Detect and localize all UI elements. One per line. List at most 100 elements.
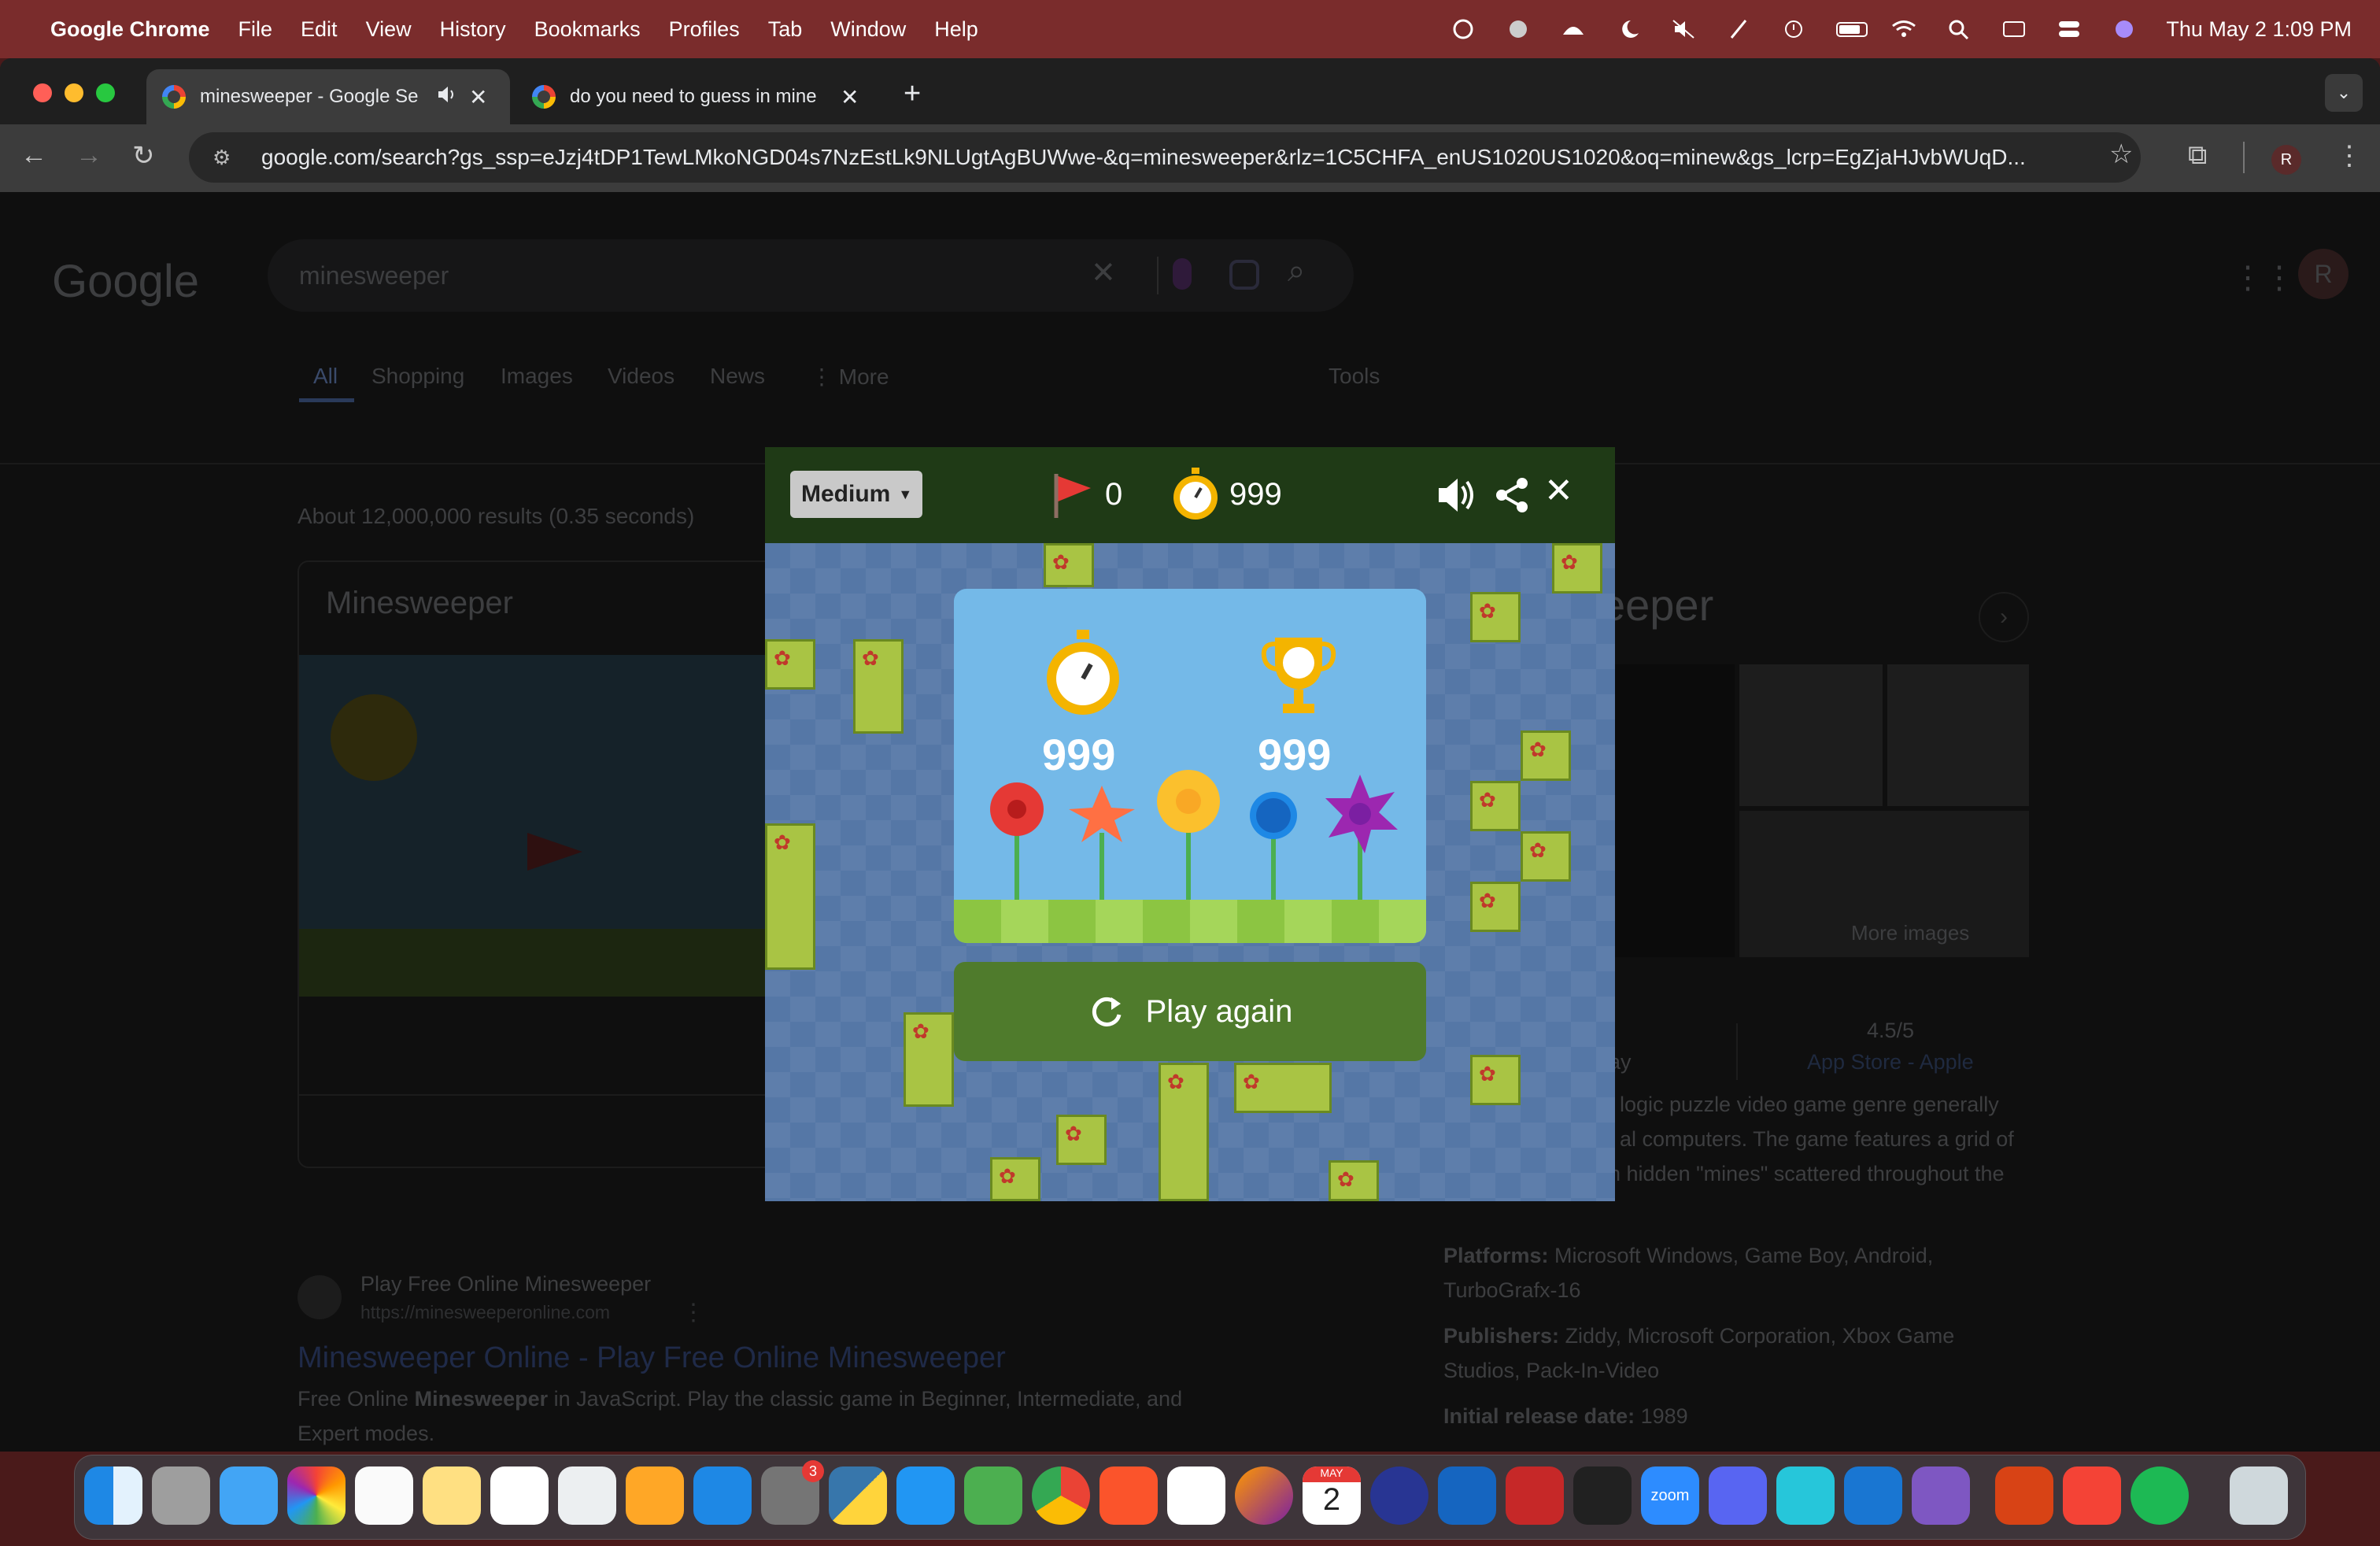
notes-icon[interactable] xyxy=(423,1466,481,1525)
result-site-name[interactable]: Play Free Online Minesweeper xyxy=(360,1272,651,1296)
tab-search-button[interactable]: ⌄ xyxy=(2325,74,2363,112)
new-tab-button[interactable]: + xyxy=(904,77,921,111)
pen-icon[interactable] xyxy=(1725,19,1752,39)
address-bar[interactable]: ⚙ google.com/search?gs_ssp=eJzj4tDP1TewL… xyxy=(189,132,2141,183)
visual-studio-icon[interactable] xyxy=(1912,1466,1970,1525)
sound-icon[interactable] xyxy=(1436,475,1478,515)
eclipse-icon[interactable] xyxy=(1370,1466,1428,1525)
tab-videos[interactable]: Videos xyxy=(608,364,674,389)
google-logo[interactable]: Google xyxy=(52,255,199,308)
search-icon[interactable]: ⌕ xyxy=(1288,253,1305,289)
acrobat-icon[interactable] xyxy=(1506,1466,1564,1525)
word-icon[interactable] xyxy=(1438,1466,1496,1525)
menu-app-name[interactable]: Google Chrome xyxy=(50,17,210,42)
app-store-icon[interactable] xyxy=(693,1466,752,1525)
reload-button[interactable]: ↻ xyxy=(132,140,155,172)
zoom-icon[interactable]: zoom xyxy=(1641,1466,1699,1525)
system-settings-icon[interactable]: 3 xyxy=(761,1460,824,1525)
vscode-icon[interactable] xyxy=(1844,1466,1902,1525)
share-icon[interactable] xyxy=(1492,475,1532,515)
globe-icon[interactable] xyxy=(1505,19,1532,39)
python-icon[interactable] xyxy=(829,1466,887,1525)
launchpad-icon[interactable] xyxy=(152,1466,210,1525)
battery-icon[interactable] xyxy=(1835,19,1868,39)
close-game-icon[interactable]: ✕ xyxy=(1544,471,1573,511)
menu-view[interactable]: View xyxy=(366,17,412,42)
result-title[interactable]: Minesweeper Online - Play Free Online Mi… xyxy=(298,1341,1006,1375)
tab-close-icon[interactable]: ✕ xyxy=(841,84,859,110)
trash-icon[interactable] xyxy=(2230,1466,2288,1525)
kindle-icon[interactable] xyxy=(1776,1466,1835,1525)
control-center-icon[interactable] xyxy=(2056,19,2082,39)
mail-icon[interactable] xyxy=(220,1466,278,1525)
menu-clock[interactable]: Thu May 2 1:09 PM xyxy=(2166,17,2352,42)
creative-cloud-icon[interactable] xyxy=(1450,19,1476,39)
extensions-icon[interactable]: ⧉ xyxy=(2188,140,2207,171)
back-button[interactable]: ← xyxy=(20,140,47,171)
tab-minesweeper[interactable]: minesweeper - Google Se ✕ xyxy=(146,69,510,124)
menu-help[interactable]: Help xyxy=(934,17,978,42)
reminders-icon[interactable] xyxy=(355,1466,413,1525)
bookmark-star-icon[interactable]: ☆ xyxy=(2109,139,2133,170)
tab-news[interactable]: News xyxy=(710,364,765,389)
pages-icon[interactable] xyxy=(626,1466,684,1525)
menu-profiles[interactable]: Profiles xyxy=(669,17,740,42)
photos-icon[interactable] xyxy=(287,1466,346,1525)
profile-avatar[interactable]: R xyxy=(2271,145,2301,175)
apps-grid-icon[interactable]: ⋮⋮ xyxy=(2232,260,2295,296)
minimize-window-button[interactable] xyxy=(65,83,83,102)
menu-edit[interactable]: Edit xyxy=(301,17,338,42)
clear-search-icon[interactable]: ✕ xyxy=(1091,255,1116,290)
music-icon[interactable] xyxy=(2063,1466,2121,1525)
result-menu-icon[interactable]: ⋮ xyxy=(682,1299,705,1326)
close-window-button[interactable] xyxy=(33,83,52,102)
site-info-icon[interactable]: ⚙ xyxy=(213,146,239,169)
result-favicon[interactable] xyxy=(298,1275,342,1319)
zoom-window-button[interactable] xyxy=(96,83,115,102)
incognito-icon[interactable] xyxy=(1560,19,1587,39)
tab-images[interactable]: Images xyxy=(501,364,573,389)
kp-image-3[interactable] xyxy=(1887,664,2029,806)
search-input[interactable]: minesweeper xyxy=(299,261,449,290)
tab-shopping[interactable]: Shopping xyxy=(371,364,464,389)
lens-search-icon[interactable] xyxy=(1229,260,1259,290)
forward-button[interactable]: → xyxy=(76,140,102,171)
menu-history[interactable]: History xyxy=(440,17,506,42)
menu-tab[interactable]: Tab xyxy=(768,17,803,42)
account-avatar[interactable]: R xyxy=(2298,249,2349,299)
kp-next-icon[interactable]: › xyxy=(1979,592,2029,642)
tab-audio-icon[interactable] xyxy=(436,85,458,109)
chrome-icon[interactable] xyxy=(1032,1466,1090,1525)
calendar-icon[interactable]: MAY 2 xyxy=(1303,1466,1361,1525)
spotlight-search-icon[interactable] xyxy=(1946,19,1972,40)
tab-close-icon[interactable]: ✕ xyxy=(469,84,487,110)
messages-icon[interactable] xyxy=(964,1466,1022,1525)
mute-icon[interactable] xyxy=(1670,19,1697,39)
firefox-icon[interactable] xyxy=(1235,1466,1293,1525)
result-url[interactable]: https://minesweeperonline.com xyxy=(360,1302,610,1323)
freeform-icon[interactable] xyxy=(490,1466,549,1525)
terminal-icon[interactable] xyxy=(1573,1466,1632,1525)
wifi-icon[interactable] xyxy=(1890,19,1917,39)
kp-rating-source[interactable]: App Store - Apple xyxy=(1807,1050,1974,1074)
menu-bookmarks[interactable]: Bookmarks xyxy=(534,17,641,42)
safari-icon[interactable] xyxy=(896,1466,955,1525)
brave-icon[interactable] xyxy=(1099,1466,1158,1525)
siri-icon[interactable] xyxy=(2111,19,2138,39)
difficulty-select[interactable]: Medium ▼ xyxy=(790,471,922,518)
chrome-menu-icon[interactable]: ⋮ xyxy=(2336,140,2363,172)
tidbit-icon[interactable] xyxy=(1167,1466,1225,1525)
search-box[interactable]: minesweeper ✕ ⌕ xyxy=(268,239,1354,312)
textedit-icon[interactable] xyxy=(558,1466,616,1525)
discord-icon[interactable] xyxy=(1709,1466,1767,1525)
more-images-link[interactable]: More images xyxy=(1851,921,1969,945)
tab-guess-minesweeper[interactable]: do you need to guess in mine ✕ xyxy=(516,69,880,124)
kp-images[interactable]: More images xyxy=(1615,664,2029,957)
display-icon[interactable] xyxy=(2001,19,2027,39)
menu-window[interactable]: Window xyxy=(830,17,906,42)
time-machine-icon[interactable] xyxy=(1780,19,1807,39)
kp-image-1[interactable] xyxy=(1615,664,1735,957)
spotify-icon[interactable] xyxy=(2131,1466,2189,1525)
tools-button[interactable]: Tools xyxy=(1329,364,1380,389)
moon-icon[interactable] xyxy=(1615,19,1642,39)
